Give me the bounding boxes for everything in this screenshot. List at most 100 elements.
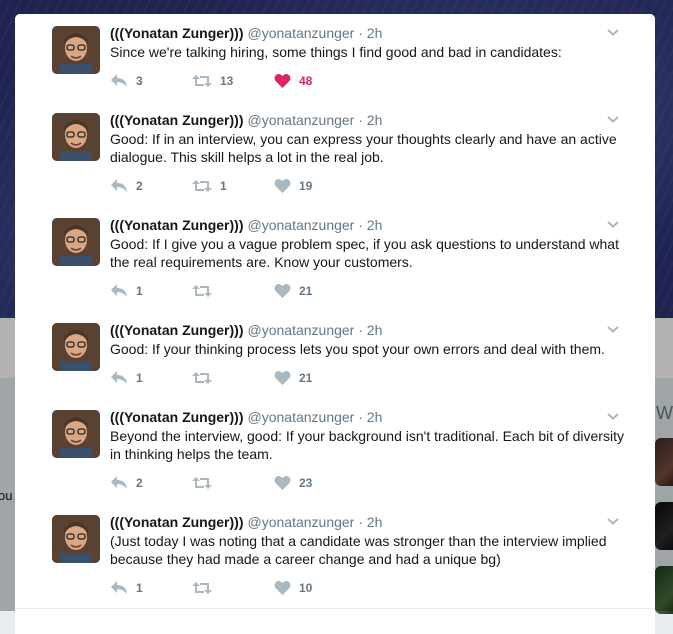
reply-icon xyxy=(110,370,128,386)
tweet-actions: 2 1 19 xyxy=(110,176,410,196)
retweet-icon xyxy=(192,580,212,596)
tweet-timestamp[interactable]: 2h xyxy=(367,25,383,41)
retweet-icon xyxy=(192,178,212,194)
heart-icon xyxy=(274,73,291,89)
avatar[interactable] xyxy=(52,218,100,266)
like-count: 10 xyxy=(299,581,313,595)
separator: · xyxy=(358,25,363,41)
like-count: 23 xyxy=(299,476,313,490)
reply-count: 2 xyxy=(136,476,143,490)
tweet-text: Good: If I give you a vague problem spec… xyxy=(110,236,619,270)
reply-button[interactable]: 3 xyxy=(110,71,143,91)
avatar[interactable] xyxy=(52,410,100,458)
tweet-text: Since we're talking hiring, some things … xyxy=(110,44,562,60)
tweet-actions: 2 23 xyxy=(110,473,410,493)
author-username[interactable]: @yonatanzunger xyxy=(248,322,355,338)
tweet-timestamp[interactable]: 2h xyxy=(367,112,383,128)
reply-icon xyxy=(110,283,128,299)
author-fullname[interactable]: (((Yonatan Zunger))) xyxy=(110,112,244,128)
tweet-actions: 1 10 xyxy=(110,578,410,598)
heart-icon xyxy=(274,475,291,491)
author-fullname[interactable]: (((Yonatan Zunger))) xyxy=(110,514,244,530)
retweet-icon xyxy=(192,370,212,386)
tweet-timestamp[interactable]: 2h xyxy=(367,217,383,233)
tweet[interactable]: (((Yonatan Zunger))) @yonatanzunger · 2h … xyxy=(15,398,655,504)
tweet[interactable]: (((Yonatan Zunger))) @yonatanzunger · 2h … xyxy=(15,101,655,207)
retweet-button[interactable] xyxy=(192,368,220,388)
reply-count: 2 xyxy=(136,179,143,193)
reply-button[interactable]: 1 xyxy=(110,281,143,301)
separator: · xyxy=(358,409,363,425)
like-count: 21 xyxy=(299,371,313,385)
author-username[interactable]: @yonatanzunger xyxy=(248,217,355,233)
retweet-count: 13 xyxy=(220,74,234,88)
like-button[interactable]: 21 xyxy=(274,281,312,301)
author-username[interactable]: @yonatanzunger xyxy=(248,25,355,41)
avatar[interactable] xyxy=(52,323,100,371)
tweet[interactable]: (((Yonatan Zunger))) @yonatanzunger · 2h … xyxy=(15,311,655,399)
like-count: 48 xyxy=(299,74,313,88)
chevron-down-icon[interactable] xyxy=(605,111,621,127)
author-username[interactable]: @yonatanzunger xyxy=(248,112,355,128)
reply-icon xyxy=(110,73,128,89)
avatar[interactable] xyxy=(52,515,100,563)
tweet-timestamp[interactable]: 2h xyxy=(367,409,383,425)
like-button[interactable]: 19 xyxy=(274,176,312,196)
author-fullname[interactable]: (((Yonatan Zunger))) xyxy=(110,409,244,425)
like-count: 21 xyxy=(299,284,313,298)
retweet-button[interactable] xyxy=(192,473,220,493)
retweet-icon xyxy=(192,283,212,299)
tweet-text: Good: If your thinking process lets you … xyxy=(110,341,605,357)
separator: · xyxy=(358,322,363,338)
chevron-down-icon[interactable] xyxy=(605,513,621,529)
reply-button[interactable]: 1 xyxy=(110,368,143,388)
author-fullname[interactable]: (((Yonatan Zunger))) xyxy=(110,322,244,338)
retweet-button[interactable] xyxy=(192,578,220,598)
reply-count: 1 xyxy=(136,581,143,595)
tweet-timestamp[interactable]: 2h xyxy=(367,514,383,530)
tweet-actions: 3 13 48 xyxy=(110,71,410,91)
like-button[interactable]: 10 xyxy=(274,578,312,598)
tweet[interactable]: (((Yonatan Zunger))) @yonatanzunger · 2h … xyxy=(15,503,655,609)
tweet[interactable]: (((Yonatan Zunger))) @yonatanzunger · 2h … xyxy=(15,206,655,312)
heart-icon xyxy=(274,283,291,299)
reply-button[interactable]: 1 xyxy=(110,578,143,598)
retweet-button[interactable] xyxy=(192,281,220,301)
avatar[interactable] xyxy=(52,26,100,74)
avatar[interactable] xyxy=(52,113,100,161)
tweet-header: (((Yonatan Zunger))) @yonatanzunger · 2h xyxy=(110,513,382,531)
tweet-header: (((Yonatan Zunger))) @yonatanzunger · 2h xyxy=(110,321,382,339)
chevron-down-icon[interactable] xyxy=(605,408,621,424)
retweet-button[interactable]: 13 xyxy=(192,71,233,91)
reply-count: 1 xyxy=(136,284,143,298)
like-button[interactable]: 21 xyxy=(274,368,312,388)
reply-icon xyxy=(110,475,128,491)
heart-icon xyxy=(274,580,291,596)
reply-button[interactable]: 2 xyxy=(110,473,143,493)
like-button[interactable]: 48 xyxy=(274,71,312,91)
author-username[interactable]: @yonatanzunger xyxy=(248,409,355,425)
retweet-button[interactable]: 1 xyxy=(192,176,227,196)
tweet-timestamp[interactable]: 2h xyxy=(367,322,383,338)
tweet[interactable]: (((Yonatan Zunger))) @yonatanzunger · 2h … xyxy=(15,14,655,102)
reply-button[interactable]: 2 xyxy=(110,176,143,196)
author-fullname[interactable]: (((Yonatan Zunger))) xyxy=(110,217,244,233)
heart-icon xyxy=(274,370,291,386)
tweet-text: Good: If in an interview, you can expres… xyxy=(110,131,617,165)
like-count: 19 xyxy=(299,179,313,193)
author-fullname[interactable]: (((Yonatan Zunger))) xyxy=(110,25,244,41)
separator: · xyxy=(358,514,363,530)
heart-icon xyxy=(274,178,291,194)
retweet-count: 1 xyxy=(220,179,227,193)
chevron-down-icon[interactable] xyxy=(605,321,621,337)
like-button[interactable]: 23 xyxy=(274,473,312,493)
chevron-down-icon[interactable] xyxy=(605,24,621,40)
chevron-down-icon[interactable] xyxy=(605,216,621,232)
retweet-icon xyxy=(192,73,212,89)
tweet-header: (((Yonatan Zunger))) @yonatanzunger · 2h xyxy=(110,24,382,42)
separator: · xyxy=(358,217,363,233)
author-username[interactable]: @yonatanzunger xyxy=(248,514,355,530)
retweet-icon xyxy=(192,475,212,491)
tweet-thread-modal: (((Yonatan Zunger))) @yonatanzunger · 2h … xyxy=(15,14,655,634)
tweet-text: (Just today I was noting that a candidat… xyxy=(110,533,607,567)
